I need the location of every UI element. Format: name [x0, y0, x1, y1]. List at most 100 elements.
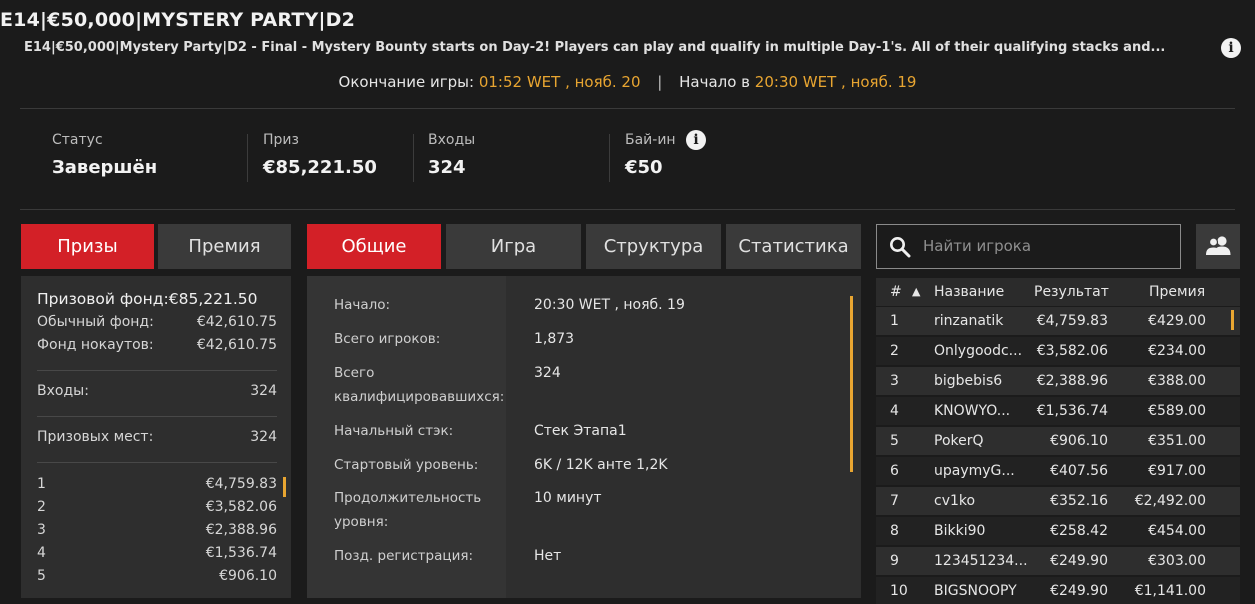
start-label: Начало в — [679, 73, 751, 91]
payout-place: 2 — [37, 499, 46, 515]
leaderboard-row[interactable]: 1 rinzanatik €4,759.83 €429.00 — [876, 307, 1240, 335]
payout-amount: €1,536.74 — [205, 545, 277, 561]
leaderboard-row[interactable]: 2 Onlygoodc... €3,582.06 €234.00 — [876, 337, 1240, 365]
regular-pool-value: €42,610.75 — [196, 314, 277, 330]
stat-entries-label: Входы — [428, 132, 476, 148]
info-label: Стартовый уровень: — [334, 457, 479, 473]
leaderboard-row[interactable]: 7 cv1ko €352.16 €2,492.00 — [876, 487, 1240, 515]
row-name: cv1ko — [934, 493, 976, 509]
tab-game[interactable]: Игра — [446, 224, 581, 269]
stat-divider — [413, 134, 414, 182]
stat-status-value: Завершён — [52, 157, 158, 178]
payout-place: 1 — [37, 476, 46, 492]
entries-label: Входы: — [37, 383, 89, 399]
row-bonus: €2,492.00 — [1134, 493, 1206, 509]
row-bonus: €388.00 — [1148, 373, 1206, 389]
row-bonus: €303.00 — [1148, 553, 1206, 569]
tab-bonus[interactable]: Премия — [158, 224, 291, 269]
row-bonus: €429.00 — [1148, 313, 1206, 329]
info-value: 10 минут — [534, 490, 602, 506]
row-num: 7 — [890, 493, 899, 509]
info-label: Продолжительность уровня: — [334, 490, 482, 530]
leaderboard-row[interactable]: 10 BIGSNOOPY €249.90 €1,141.00 — [876, 577, 1240, 604]
ko-pool-value: €42,610.75 — [196, 337, 277, 353]
col-name[interactable]: Название — [934, 278, 1004, 306]
row-num: 10 — [890, 583, 908, 599]
player-search-input[interactable]: Найти игрока — [876, 224, 1181, 269]
regular-pool-label: Обычный фонд: — [37, 314, 154, 330]
leaderboard-row[interactable]: 8 Bikki90 €258.42 €454.00 — [876, 517, 1240, 545]
row-name: PokerQ — [934, 433, 984, 449]
tournament-times: Окончание игры: 01:52 WET , нояб. 20 | Н… — [0, 73, 1255, 91]
stat-status-label: Статус — [52, 132, 103, 148]
leaderboard-row[interactable]: 3 bigbebis6 €2,388.96 €388.00 — [876, 367, 1240, 395]
stat-status: Статус Завершён — [52, 130, 157, 178]
sort-asc-icon[interactable]: ▲ — [912, 278, 920, 306]
ko-pool-row: Фонд нокаутов: €42,610.75 — [37, 337, 277, 353]
ko-pool-label: Фонд нокаутов: — [37, 337, 154, 353]
row-result: €258.42 — [1050, 523, 1108, 539]
row-name: rinzanatik — [934, 313, 1004, 329]
players-button[interactable] — [1196, 224, 1240, 269]
tab-statistics[interactable]: Статистика — [726, 224, 861, 269]
header-divider — [20, 108, 1235, 109]
stat-entries-value: 324 — [428, 157, 466, 178]
row-result: €2,388.96 — [1036, 373, 1108, 389]
info-icon[interactable]: i — [686, 130, 706, 150]
row-name: BIGSNOOPY — [934, 583, 1017, 599]
end-label: Окончание игры: — [338, 73, 475, 91]
row-result: €249.90 — [1050, 553, 1108, 569]
payout-place: 4 — [37, 545, 46, 561]
row-bonus: €1,141.00 — [1134, 583, 1206, 599]
info-label: Начало: — [334, 297, 391, 313]
leaderboard-row[interactable]: 4 KNOWYO... €1,536.74 €589.00 — [876, 397, 1240, 425]
tournament-description: E14|€50,000|Mystery Party|D2 - Final - M… — [24, 40, 1166, 55]
stats-divider — [20, 209, 1235, 210]
row-name: Onlygoodc... — [934, 343, 1023, 359]
tab-structure[interactable]: Структура — [586, 224, 721, 269]
row-result: €906.10 — [1050, 433, 1108, 449]
row-bonus: €917.00 — [1148, 463, 1206, 479]
info-label: Всего квалифицировавшихся: — [334, 365, 505, 405]
stat-entries: Входы 324 — [428, 130, 475, 178]
row-result: €352.16 — [1050, 493, 1108, 509]
payout-row: 5 €906.10 — [37, 568, 277, 584]
payout-row: 3 €2,388.96 — [37, 522, 277, 538]
payout-place: 3 — [37, 522, 46, 538]
leaderboard-header: # ▲ Название Результат Премия — [876, 278, 1240, 306]
row-num: 4 — [890, 403, 899, 419]
end-time: 01:52 WET , нояб. 20 — [478, 73, 641, 91]
payout-row: 4 €1,536.74 — [37, 545, 277, 561]
tournament-title: E14|€50,000|MYSTERY PARTY|D2 — [0, 9, 356, 31]
tab-general[interactable]: Общие — [307, 224, 441, 269]
prize-scrollbar[interactable] — [283, 477, 286, 497]
stat-prize-label: Приз — [263, 132, 299, 148]
col-num[interactable]: # — [890, 278, 902, 306]
info-value: 20:30 WET , нояб. 19 — [534, 297, 685, 313]
info-icon[interactable]: i — [1221, 38, 1241, 58]
leaderboard-row[interactable]: 6 upaymyG... €407.56 €917.00 — [876, 457, 1240, 485]
row-result: €3,582.06 — [1036, 343, 1108, 359]
info-value: 324 — [534, 365, 561, 381]
info-scrollbar[interactable] — [850, 296, 853, 472]
leaderboard-row[interactable]: 5 PokerQ €906.10 €351.00 — [876, 427, 1240, 455]
row-bonus: €589.00 — [1148, 403, 1206, 419]
stat-divider — [609, 134, 610, 182]
col-bonus[interactable]: Премия — [1149, 278, 1205, 306]
tab-prizes[interactable]: Призы — [21, 224, 154, 269]
leaderboard-scrollbar[interactable] — [1231, 310, 1234, 330]
row-num: 3 — [890, 373, 899, 389]
row-bonus: €454.00 — [1148, 523, 1206, 539]
row-name: Bikki90 — [934, 523, 986, 539]
search-placeholder: Найти игрока — [923, 237, 1032, 255]
times-separator: | — [657, 73, 663, 91]
info-label: Всего игроков: — [334, 331, 441, 347]
row-num: 9 — [890, 553, 899, 569]
prize-panel: Призовой фонд: €85,221.50 Обычный фонд: … — [21, 276, 291, 598]
start-time: 20:30 WET , нояб. 19 — [754, 73, 917, 91]
payout-amount: €906.10 — [219, 568, 277, 584]
leaderboard-row[interactable]: 9 123451234... €249.90 €303.00 — [876, 547, 1240, 575]
stat-buyin-value: €50 — [625, 157, 663, 178]
info-label: Начальный стэк: — [334, 423, 454, 439]
col-result[interactable]: Результат — [1034, 278, 1109, 306]
